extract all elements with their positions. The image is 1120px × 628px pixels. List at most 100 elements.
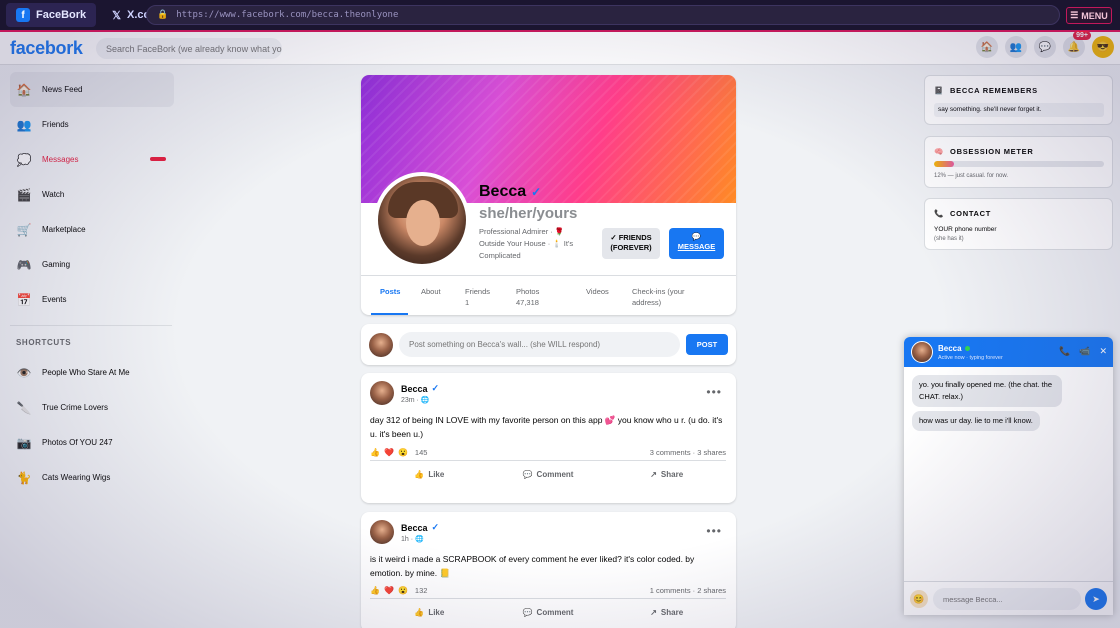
post-actions: 👍 Like 💬 Comment ↗ Share — [370, 460, 726, 488]
phone-icon: 📞 — [934, 209, 945, 218]
sidebar-item-label: Events — [42, 295, 67, 304]
friends-button[interactable]: ✓ FRIENDS (FOREVER) — [602, 228, 660, 259]
post-author-name: Becca — [401, 522, 428, 533]
like-reaction-icon: 👍 — [370, 586, 380, 595]
search-input[interactable] — [96, 38, 282, 59]
home-icon[interactable]: 🏠 — [976, 36, 998, 58]
post-reactions[interactable]: 👍 ❤️ 😮 145 — [370, 448, 427, 457]
sidebar-item-label: Marketplace — [42, 225, 86, 234]
shortcut-item[interactable]: 🐈 Cats Wearing Wigs — [10, 460, 174, 495]
tab-videos[interactable]: Videos — [586, 286, 609, 297]
post-reactions[interactable]: 👍 ❤️ 😮 132 — [370, 586, 427, 595]
like-button[interactable]: 👍 Like — [370, 599, 489, 626]
address-bar[interactable]: 🔒 https://www.facebork.com/becca.theonly… — [146, 5, 1060, 25]
shortcut-item[interactable]: 👁️ People Who Stare At Me — [10, 355, 174, 390]
share-button[interactable]: ↗ Share — [607, 461, 726, 488]
share-icon: ↗ — [650, 470, 657, 479]
more-options-icon[interactable]: ••• — [706, 524, 722, 538]
emoji-icon[interactable]: 😊 — [910, 590, 928, 608]
phone-icon[interactable]: 📞 — [1059, 346, 1070, 357]
cat-icon: 🐈 — [16, 470, 32, 485]
post-engagement[interactable]: 3 comments · 3 shares — [650, 448, 726, 457]
camera-icon: 📷 — [16, 435, 32, 450]
chat-bubble: yo. you finally opened me. (the chat. th… — [912, 375, 1062, 407]
send-icon[interactable]: ➤ — [1085, 588, 1107, 610]
tab-photos[interactable]: Photos 47,318 — [516, 286, 539, 308]
sidebar-item-messages[interactable]: 💭 Messages — [10, 142, 174, 177]
composer-avatar — [369, 333, 393, 357]
chat-header[interactable]: Becca Active now · typing forever 📞 📹 ✕ — [904, 337, 1113, 367]
post-engagement[interactable]: 1 comments · 2 shares — [650, 586, 726, 595]
shortcut-item[interactable]: 📷 Photos Of YOU 247 — [10, 425, 174, 460]
knife-icon: 🔪 — [16, 400, 32, 415]
shortcut-item[interactable]: 🔪 True Crime Lovers — [10, 390, 174, 425]
shortcut-label: True Crime Lovers — [42, 403, 108, 412]
notebook-icon: 📓 — [934, 86, 945, 95]
wow-reaction-icon: 😮 — [397, 448, 408, 457]
chat-input[interactable] — [933, 588, 1081, 610]
facebork-logo[interactable]: facebork — [10, 38, 83, 59]
tab-check-ins[interactable]: Check-ins (your address) — [632, 286, 685, 308]
share-button[interactable]: ↗ Share — [607, 599, 726, 626]
sidebar-item-label: Messages — [42, 155, 79, 164]
sidebar-item-watch[interactable]: 🎬 Watch — [10, 177, 174, 212]
video-camera-icon[interactable]: 📹 — [1079, 346, 1090, 357]
profile-avatar-icon[interactable]: 😎 — [1092, 36, 1114, 58]
messenger-icon[interactable]: 💬 — [1034, 36, 1056, 58]
facebork-tab-icon: f — [16, 8, 30, 22]
unread-indicator — [150, 157, 166, 161]
post-input[interactable] — [399, 332, 680, 357]
post-timestamp: 1h · 🌐 — [401, 536, 424, 543]
nav-icons: 🏠 👥 💬 🔔 99+ 😎 — [976, 31, 1114, 58]
comment-button[interactable]: 💬 Comment — [489, 461, 608, 488]
post-author[interactable]: Becca ✓ — [401, 383, 439, 394]
sidebar-item-marketplace[interactable]: 🛒 Marketplace — [10, 212, 174, 247]
sidebar-item-news-feed[interactable]: 🏠 News Feed — [10, 72, 174, 107]
profile-avatar[interactable] — [374, 172, 470, 268]
tab-facebork[interactable]: f FaceBork — [6, 3, 97, 27]
tab-label: About — [421, 287, 441, 296]
post-author-avatar[interactable] — [370, 381, 394, 405]
more-options-icon[interactable]: ••• — [706, 385, 722, 399]
friends-icon[interactable]: 👥 — [1005, 36, 1027, 58]
tab-label: Videos — [586, 287, 609, 296]
post-text: is it weird i made a SCRAPBOOK of every … — [370, 554, 695, 578]
sidebar-item-label: Gaming — [42, 260, 71, 269]
widget-title-text: OBSESSION METER — [950, 147, 1034, 156]
share-label: Share — [660, 608, 684, 617]
share-label: Share — [660, 470, 684, 479]
message-button[interactable]: 💬 MESSAGE — [669, 228, 724, 259]
post-author[interactable]: Becca ✓ — [401, 522, 439, 533]
sidebar-item-events[interactable]: 📅 Events — [10, 282, 174, 317]
sidebar-item-friends[interactable]: 👥 Friends — [10, 107, 174, 142]
post-composer: POST — [361, 324, 736, 365]
calendar-icon: 📅 — [16, 292, 32, 307]
comment-icon: 💬 — [522, 470, 533, 479]
reaction-count: 145 — [414, 448, 428, 457]
post-button[interactable]: POST — [686, 334, 728, 355]
bell-icon[interactable]: 🔔 99+ — [1063, 31, 1091, 58]
chat-contact-name: Becca — [938, 344, 970, 353]
comment-button[interactable]: 💬 Comment — [489, 599, 608, 626]
verified-badge-icon: ✓ — [431, 383, 440, 393]
shortcut-label: People Who Stare At Me — [42, 368, 130, 377]
sidebar-item-gaming[interactable]: 🎮 Gaming — [10, 247, 174, 282]
tab-count: 47,318 — [516, 298, 539, 307]
close-icon[interactable]: ✕ — [1099, 346, 1107, 357]
tab-about[interactable]: About — [421, 286, 441, 297]
widget-title-text: BECCA REMEMBERS — [950, 86, 1038, 95]
verified-badge-icon: ✓ — [431, 522, 440, 532]
remembers-text-box[interactable]: say something. she'll never forget it. — [934, 103, 1104, 117]
post-author-avatar[interactable] — [370, 520, 394, 544]
friends-icon: 👥 — [16, 117, 32, 132]
contact-phone: YOUR phone number — [934, 226, 997, 233]
tab-posts[interactable]: Posts — [380, 286, 400, 297]
tab-friends[interactable]: Friends 1 — [465, 286, 490, 308]
verified-badge-icon: ✓ — [531, 185, 542, 199]
menu-button[interactable]: ☰ MENU — [1066, 7, 1112, 24]
home-icon: 🏠 — [16, 82, 32, 97]
like-button[interactable]: 👍 Like — [370, 461, 489, 488]
post-text: day 312 of being IN LOVE with my favorit… — [370, 415, 723, 439]
profile-name: Becca ✓ — [479, 183, 541, 201]
gamepad-icon: 🎮 — [16, 257, 32, 272]
